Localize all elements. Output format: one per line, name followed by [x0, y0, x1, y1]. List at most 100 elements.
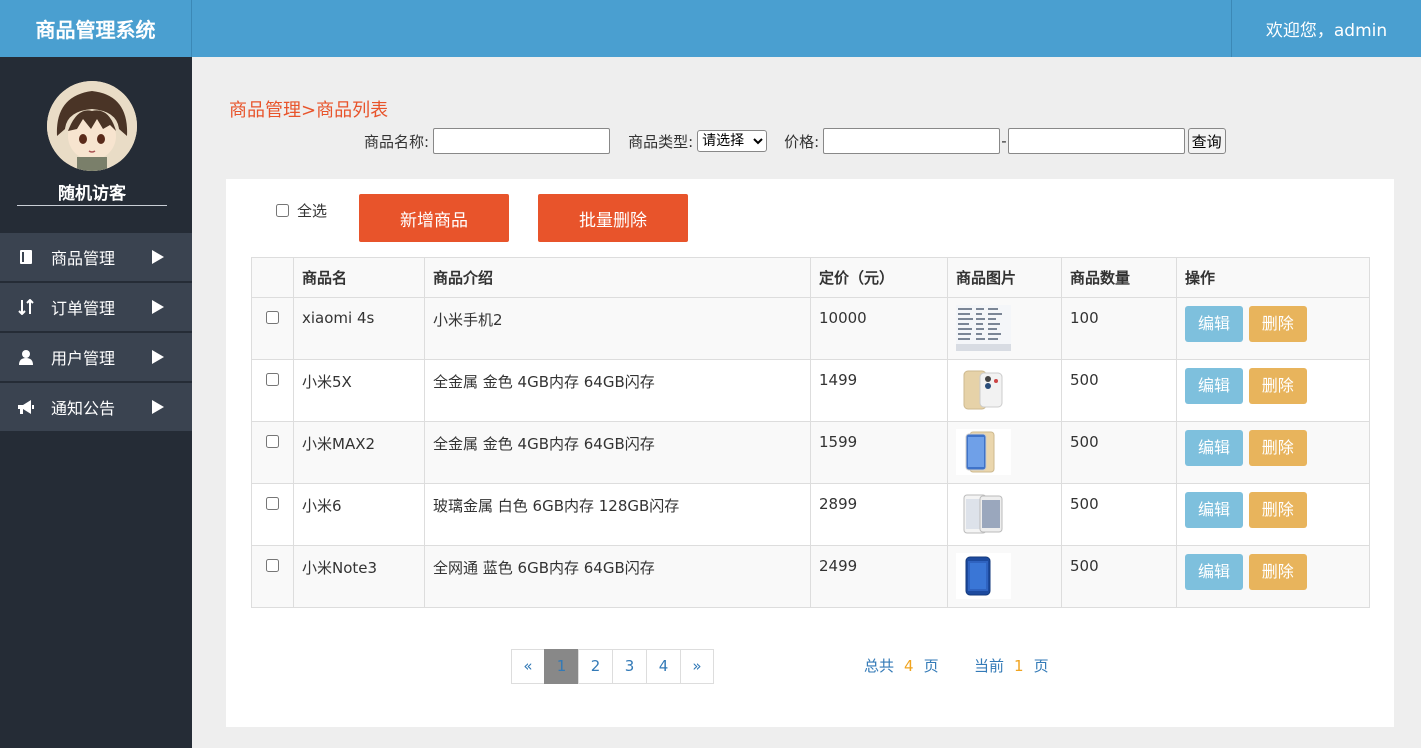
- actions-cell: 编辑 删除: [1176, 483, 1370, 546]
- price-min-input[interactable]: [823, 128, 1001, 154]
- pagination: « 1 2 3 4 »: [511, 649, 714, 684]
- edit-button[interactable]: 编辑: [1185, 554, 1243, 590]
- page-link[interactable]: 2: [578, 649, 613, 684]
- expand-arrow-icon: [152, 250, 164, 264]
- actions-cell: 编辑 删除: [1176, 359, 1370, 422]
- delete-button[interactable]: 删除: [1248, 368, 1307, 404]
- column-header: 操作: [1176, 257, 1370, 298]
- row-checkbox-cell: [251, 545, 294, 608]
- total-pages-prefix: 总共: [864, 657, 895, 675]
- edit-button[interactable]: 编辑: [1185, 492, 1243, 528]
- expand-arrow-icon: [152, 350, 164, 364]
- gold-phone-thumbnail: [956, 367, 1011, 413]
- price-filter-label: 价格:: [784, 132, 820, 151]
- edit-button[interactable]: 编辑: [1185, 430, 1243, 466]
- current-page-value: 1: [1014, 657, 1024, 675]
- delete-button[interactable]: 删除: [1248, 306, 1307, 342]
- product-panel: 全选 新增商品 批量删除 商品名 商品介绍 定价（元） 商品图片 商品数量 操作…: [226, 179, 1394, 727]
- price-range-separator: -: [1001, 132, 1007, 150]
- column-header: 商品图片: [947, 257, 1062, 298]
- sidebar-item-label: 商品管理: [51, 249, 116, 268]
- row-checkbox-cell: [251, 421, 294, 484]
- product-name-cell: 小米6: [293, 483, 425, 546]
- delete-button[interactable]: 删除: [1248, 554, 1307, 590]
- actions-cell: 编辑 删除: [1176, 297, 1370, 360]
- sidebar-nav: 商品管理 订单管理 用户管理 通知公告: [0, 233, 192, 433]
- column-header: 商品介绍: [424, 257, 811, 298]
- product-qty-cell: 500: [1061, 483, 1177, 546]
- total-pages-info: 总共 4 页: [864, 655, 939, 676]
- breadcrumb[interactable]: 商品管理>商品列表: [229, 96, 388, 122]
- gold-phone-thumbnail: [956, 429, 1011, 475]
- product-desc-cell: 全金属 金色 4GB内存 64GB闪存: [424, 421, 811, 484]
- screenshot-thumbnail: [956, 305, 1011, 351]
- user-icon: [17, 348, 35, 366]
- row-checkbox-cell: [251, 483, 294, 546]
- prev-page-button[interactable]: «: [511, 649, 545, 684]
- column-header: 商品数量: [1061, 257, 1177, 298]
- sidebar: 随机访客 商品管理 订单管理 用户管理 通知公告: [0, 57, 192, 748]
- product-qty-cell: 500: [1061, 421, 1177, 484]
- sidebar-item-products[interactable]: 商品管理: [0, 233, 192, 281]
- type-filter-select[interactable]: 请选择: [697, 130, 768, 152]
- select-all[interactable]: 全选: [276, 200, 327, 221]
- avatar: [47, 81, 137, 171]
- page-link[interactable]: 1: [544, 649, 579, 684]
- top-header: 商品管理系统 欢迎您，admin: [0, 0, 1421, 57]
- product-image-cell: [947, 297, 1062, 360]
- product-price-cell: 2499: [810, 545, 948, 608]
- next-page-button[interactable]: »: [680, 649, 714, 684]
- edit-button[interactable]: 编辑: [1185, 306, 1243, 342]
- product-name-cell: 小米Note3: [293, 545, 425, 608]
- product-price-cell: 2899: [810, 483, 948, 546]
- avatar-illustration-icon: [47, 81, 137, 171]
- sort-arrows-icon: [17, 298, 35, 316]
- row-checkbox[interactable]: [266, 435, 279, 448]
- column-header: 商品名: [293, 257, 425, 298]
- app-title: 商品管理系统: [0, 0, 192, 57]
- batch-delete-button[interactable]: 批量删除: [538, 194, 688, 242]
- sidebar-item-users[interactable]: 用户管理: [0, 333, 192, 381]
- product-qty-cell: 100: [1061, 297, 1177, 360]
- product-image-cell: [947, 421, 1062, 484]
- sidebar-item-orders[interactable]: 订单管理: [0, 283, 192, 331]
- expand-arrow-icon: [152, 300, 164, 314]
- row-checkbox[interactable]: [266, 559, 279, 572]
- total-pages-value: 4: [904, 657, 914, 675]
- column-header: 定价（元）: [810, 257, 948, 298]
- select-all-checkbox[interactable]: [276, 204, 289, 217]
- white-phone-thumbnail: [956, 491, 1011, 537]
- product-qty-cell: 500: [1061, 359, 1177, 422]
- delete-button[interactable]: 删除: [1248, 492, 1307, 528]
- product-price-cell: 10000: [810, 297, 948, 360]
- sidebar-item-notices[interactable]: 通知公告: [0, 383, 192, 431]
- delete-button[interactable]: 删除: [1248, 430, 1307, 466]
- table-header-row: 商品名 商品介绍 定价（元） 商品图片 商品数量 操作: [251, 257, 1370, 298]
- product-desc-cell: 全网通 蓝色 6GB内存 64GB闪存: [424, 545, 811, 608]
- row-checkbox[interactable]: [266, 497, 279, 510]
- edit-button[interactable]: 编辑: [1185, 368, 1243, 404]
- type-filter-label: 商品类型:: [628, 132, 694, 151]
- page-link[interactable]: 3: [612, 649, 647, 684]
- product-name-cell: 小米5X: [293, 359, 425, 422]
- blue-phone-thumbnail: [956, 553, 1011, 599]
- price-max-input[interactable]: [1007, 128, 1185, 154]
- name-filter-input[interactable]: [433, 128, 611, 154]
- row-checkbox[interactable]: [266, 373, 279, 386]
- select-all-label: 全选: [297, 202, 328, 220]
- product-name-cell: xiaomi 4s: [293, 297, 425, 360]
- row-checkbox-cell: [251, 359, 294, 422]
- add-product-button[interactable]: 新增商品: [359, 194, 509, 242]
- product-desc-cell: 玻璃金属 白色 6GB内存 128GB闪存: [424, 483, 811, 546]
- product-image-cell: [947, 359, 1062, 422]
- product-table: 商品名 商品介绍 定价（元） 商品图片 商品数量 操作 xiaomi 4s 小米…: [251, 257, 1370, 608]
- row-checkbox[interactable]: [266, 311, 279, 324]
- table-row: xiaomi 4s 小米手机2 10000 100 编辑 删除: [251, 297, 1370, 360]
- current-page-prefix: 当前: [974, 657, 1005, 675]
- product-price-cell: 1599: [810, 421, 948, 484]
- book-icon: [17, 248, 35, 266]
- product-image-cell: [947, 483, 1062, 546]
- query-button[interactable]: 查询: [1187, 128, 1226, 154]
- page-link[interactable]: 4: [646, 649, 681, 684]
- username: 随机访客: [17, 179, 167, 206]
